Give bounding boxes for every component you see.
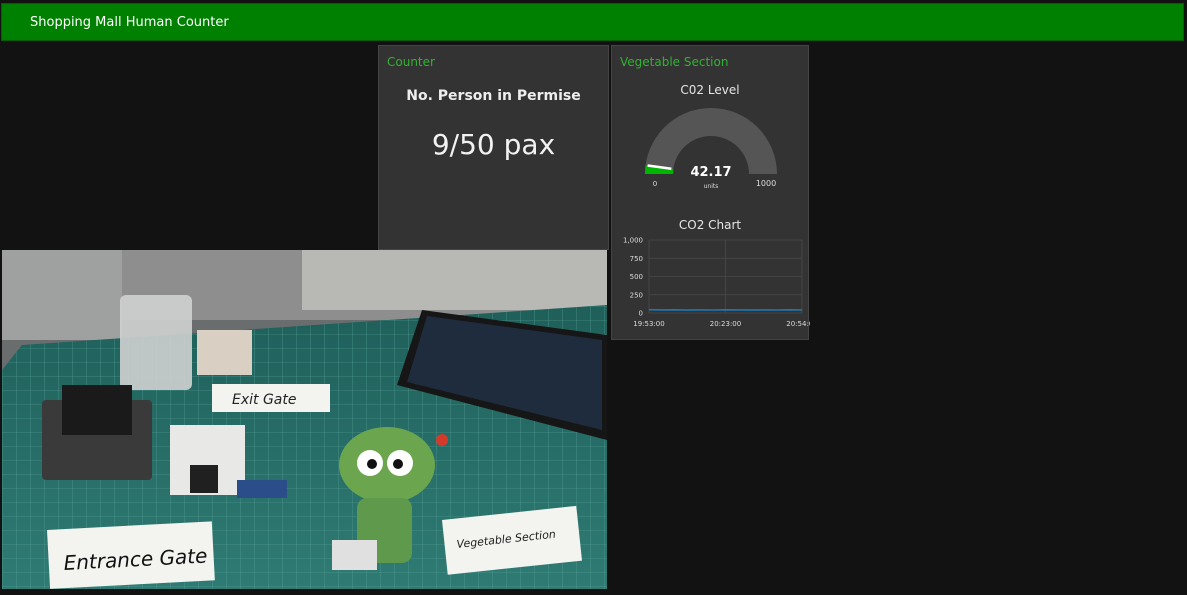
y-tick-label: 1,000 (623, 237, 643, 245)
x-tick-label: 20:23:00 (710, 320, 741, 328)
x-tick-label: 19:53:00 (633, 320, 664, 328)
y-tick-label: 750 (630, 255, 643, 263)
counter-value: 9/50 pax (431, 128, 556, 161)
x-tick-label: 20:54:00 (786, 320, 810, 328)
y-tick-label: 250 (630, 291, 643, 299)
counter-card: Counter No. Person in Permise 9/50 pax (378, 45, 609, 250)
co2-gauge: 42.17 units 0 1000 (645, 108, 777, 190)
gauge-label: C02 Level (680, 83, 740, 97)
gauge-max-label: 1000 (756, 179, 776, 188)
y-tick-label: 0 (639, 310, 643, 318)
vegetable-section-card: Vegetable Section C02 Level 42.17 units … (611, 45, 810, 340)
y-tick-label: 500 (630, 273, 643, 281)
counter-group-title: Counter (387, 55, 435, 69)
chart-label: CO2 Chart (678, 218, 742, 232)
dashboard: Shopping Mall Human Counter Counter No. … (0, 0, 1187, 595)
co2-line-chart: 0 250 500 750 1,000 19:53:00 20:23:00 20:54:00 (623, 237, 810, 329)
page-title: Shopping Mall Human Counter (30, 15, 229, 30)
toolbar: Shopping Mall Human Counter (1, 3, 1184, 41)
camera-feed: Exit Gate Entrance Gate Vegetable Sectio… (2, 250, 607, 589)
vegetable-group-title: Vegetable Section (620, 55, 729, 69)
gauge-units: units (704, 183, 719, 190)
gauge-min-label: 0 (653, 180, 657, 188)
exit-gate-label: Exit Gate (232, 392, 297, 408)
camera-image: Exit Gate Entrance Gate Vegetable Sectio… (2, 250, 607, 589)
counter-label: No. Person in Permise (406, 88, 581, 104)
gauge-value: 42.17 (690, 165, 731, 180)
